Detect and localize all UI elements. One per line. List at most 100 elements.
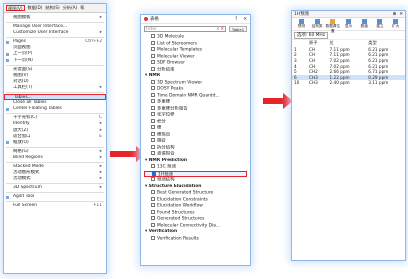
menu-item-label: 3D Spectrum	[13, 185, 42, 191]
table-checkbox[interactable]	[151, 99, 155, 103]
menu-item[interactable]: 下一页(N)	[4, 58, 106, 64]
menu-item-label: 对话(D)	[13, 78, 29, 84]
menu-item-label: 放大(Z)	[13, 127, 29, 133]
toolbar-button[interactable]: 扩大	[388, 19, 403, 29]
toolbar-button[interactable]: 显示	[341, 19, 356, 29]
dialog-titlebar: 表格 ? ✕	[141, 15, 250, 24]
table-checkbox[interactable]	[151, 209, 155, 214]
table-checkbox[interactable]	[151, 222, 155, 227]
menu-item-label: Customize User Interface	[13, 30, 69, 36]
column-header[interactable]: 原子	[307, 40, 328, 47]
table-item-label: 分析结果	[157, 67, 175, 72]
column-header[interactable]	[292, 40, 307, 47]
table-row[interactable]: 2 CH 7.11 ppm 6.21 ppm	[292, 52, 405, 58]
menu-item[interactable]: 工具栏(T) ▸	[4, 85, 106, 91]
panel-pin-icon[interactable]: ⊞	[393, 12, 397, 17]
flow-arrow-2	[263, 93, 293, 109]
mode-select[interactable]: 选项: 60 MHz	[294, 32, 329, 39]
table-checkbox[interactable]	[151, 177, 155, 181]
toolbar-button[interactable]: 结构类	[310, 19, 325, 29]
clear-filter-icon[interactable]: ✕	[220, 27, 224, 32]
table-item-label: DOSY Peaks	[157, 86, 184, 92]
menu-item[interactable]: Center Floating Tables	[4, 106, 106, 112]
table-row[interactable]: 4 CH 7.02 ppm 6.21 ppm	[292, 63, 405, 69]
table-checkbox[interactable]	[151, 34, 155, 38]
table-checkbox[interactable]	[151, 86, 155, 90]
menu-item[interactable]: 缩放(O)	[4, 140, 106, 146]
toolbar-button[interactable]: 数据源位置	[325, 19, 340, 33]
table-checkbox[interactable]	[151, 138, 155, 142]
prediction-table: 原子位类型 1 CH 7.11 ppm 6.21 ppm 2 CH 7.11 ppm 6.21…	[292, 40, 405, 86]
table-item-label: Molecular Templates	[157, 47, 203, 53]
table-checkbox[interactable]	[151, 190, 155, 194]
table-checkbox[interactable]	[151, 144, 155, 149]
menu-item[interactable]: Full Screen F11	[4, 203, 106, 209]
table-checkbox[interactable]	[151, 125, 155, 129]
panel-close-icon[interactable]: ✕	[399, 12, 403, 17]
toolbar-button[interactable]: 建立	[373, 19, 388, 29]
table-checkbox[interactable]	[151, 60, 155, 64]
toolbar-button[interactable]: 预测	[294, 19, 309, 29]
center-icon	[6, 107, 9, 111]
column-header[interactable]: 位	[328, 40, 367, 47]
table-item[interactable]: Verification Results	[144, 235, 247, 243]
table-row[interactable]: 1 CH 7.11 ppm 6.21 ppm	[292, 47, 405, 53]
menubar-analysis[interactable]: 分析(A)	[63, 5, 78, 11]
table-checkbox[interactable]	[151, 131, 155, 136]
menu-item-label: 视图模板	[13, 15, 31, 20]
table-item-label: Molecular Connectivity Dia...	[157, 223, 221, 228]
menubar-help[interactable]: 帮	[80, 5, 84, 11]
help-button[interactable]: ?	[235, 17, 237, 22]
close-icon[interactable]: ✕	[243, 17, 247, 22]
table-row[interactable]: 3 CH 7.02 ppm 6.21 ppm	[292, 58, 405, 64]
side-table-button[interactable]: Table1	[229, 26, 247, 32]
table-checkbox[interactable]	[151, 196, 155, 201]
table-checkbox[interactable]	[151, 66, 155, 71]
menu-item-label: Identify	[13, 121, 30, 127]
table-checkbox[interactable]	[151, 105, 155, 110]
table-checkbox[interactable]	[151, 92, 155, 97]
table-checkbox[interactable]	[151, 235, 155, 240]
table-row[interactable]: 6 CH3 1.22 ppm 0.29 ppm	[292, 74, 405, 81]
menu-item[interactable]: 活动模式 ▸	[4, 176, 106, 182]
table-checkbox[interactable]	[151, 216, 155, 220]
table-checkbox[interactable]	[151, 112, 155, 116]
menu-item-label: 上一页(P)	[13, 51, 33, 57]
table-checkbox[interactable]	[151, 40, 155, 45]
table-checkbox[interactable]	[152, 171, 156, 176]
menu-item-label: Full Screen	[13, 203, 37, 209]
menu-item[interactable]: 视图模板 ▸	[4, 15, 106, 21]
column-header[interactable]: 类型	[366, 40, 405, 47]
menubar-structure[interactable]: 结构(S)	[45, 5, 59, 11]
menu-item[interactable]: 3D Spectrum ▸	[4, 185, 106, 191]
table-checkbox[interactable]	[151, 118, 155, 123]
table-checkbox[interactable]	[151, 203, 155, 207]
table-row[interactable]: 10 CH3 2.40 ppm 3.11 ppm	[292, 80, 405, 86]
table-item-label: 波谱拟合	[157, 151, 175, 157]
table-item-label: 3D Spectrum Viewer	[157, 80, 203, 85]
search-icon[interactable]: ⌕	[217, 26, 219, 32]
table-row[interactable]: 5 CH2 2.66 ppm 6.71 ppm	[292, 69, 405, 75]
page-icon	[6, 40, 9, 44]
table-checkbox[interactable]	[151, 164, 155, 168]
table-checkbox[interactable]	[151, 47, 155, 51]
table-checkbox[interactable]	[151, 53, 155, 58]
table-item-label: Time Domain NMR Quantit...	[157, 93, 220, 98]
toolbar-label: 数值	[360, 24, 368, 28]
table-item-label: Generated Structures	[157, 216, 205, 222]
menu-item-label: Blind Regions	[13, 154, 43, 160]
menubar-view[interactable]: 视图(V)	[6, 5, 25, 11]
table-checkbox[interactable]	[151, 79, 155, 84]
menu-item[interactable]: Blind Regions ▸	[4, 155, 106, 161]
menu-item-label: 网格(G)	[13, 148, 29, 154]
submenu-arrow-icon: ▸	[99, 154, 102, 160]
toolbar-button[interactable]: 数值	[357, 19, 372, 29]
menu-item[interactable]: Agilit Tool	[4, 194, 106, 200]
table-checkbox[interactable]	[151, 151, 155, 155]
toolbar-label: 预测	[297, 24, 305, 28]
menu-item[interactable]: Customize User Interface ▸	[4, 30, 106, 36]
menu-item-label: 页面视图	[13, 45, 31, 51]
menubar-data[interactable]: 数据(D)	[28, 5, 43, 11]
filter-input[interactable]: Filter ⌕ ✕	[144, 26, 226, 32]
menu-separator	[6, 161, 104, 163]
